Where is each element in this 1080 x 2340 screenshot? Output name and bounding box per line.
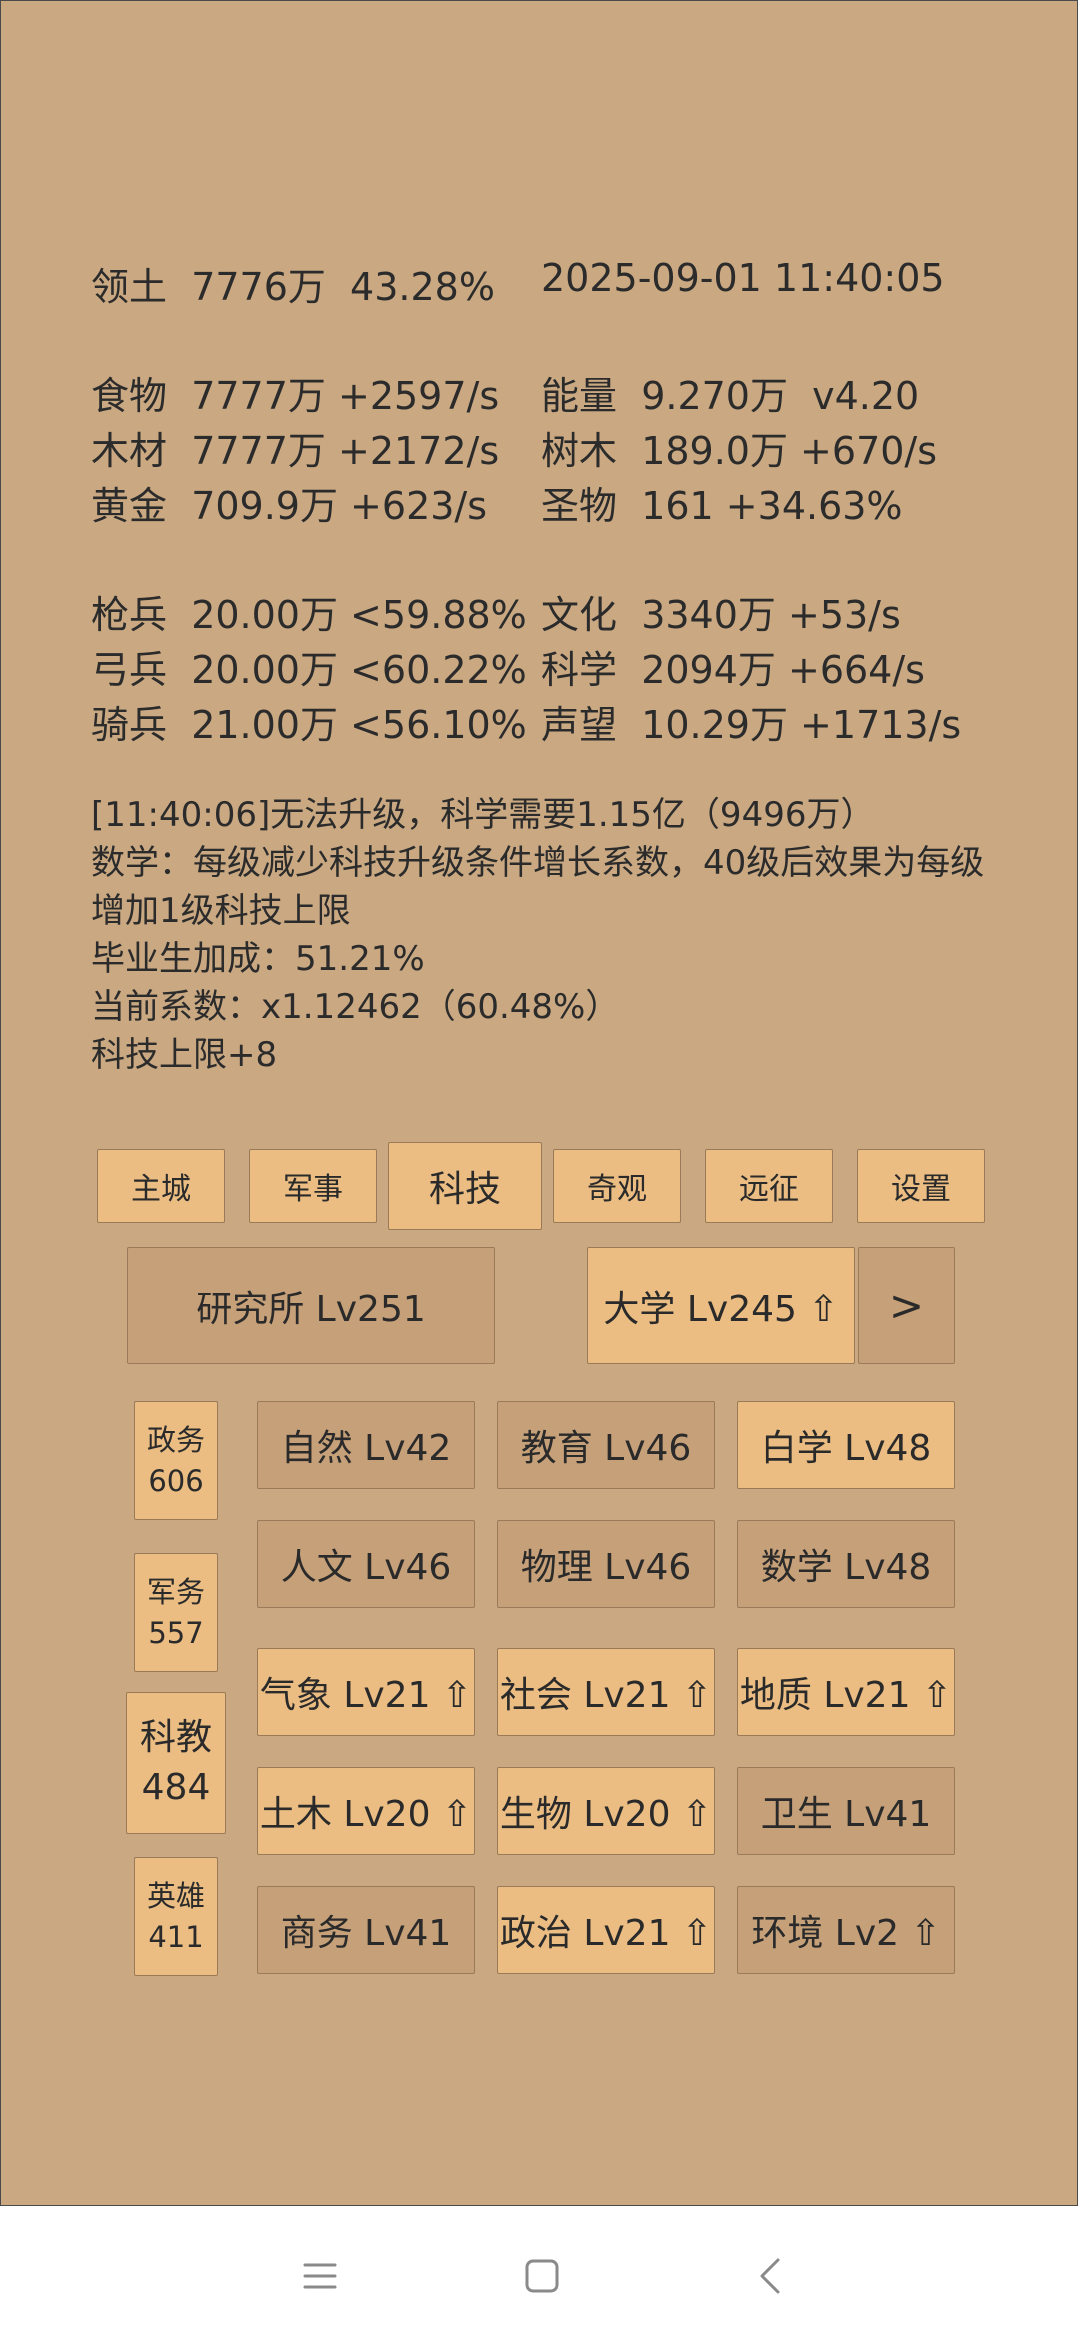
tree-value: 189.0万 +670/s xyxy=(641,429,938,473)
cavalry-label: 骑兵 xyxy=(91,703,168,747)
gold-value: 709.9万 +623/s xyxy=(191,484,488,528)
university-building-button[interactable]: 大学 Lv245 ⇧ xyxy=(587,1247,855,1364)
tech-physics-button[interactable]: 物理 Lv46 xyxy=(497,1520,715,1608)
game-screen: 领土 7776万 43.28% 2025-09-01 11:40:05 食物 7… xyxy=(0,0,1078,2206)
tech-health-button[interactable]: 卫生 Lv41 xyxy=(737,1767,955,1855)
category-military-affairs-button[interactable]: 军务 557 xyxy=(134,1553,218,1672)
tab-tech[interactable]: 科技 xyxy=(388,1142,542,1230)
tree-stat: 树木 189.0万 +670/s xyxy=(541,420,937,475)
tab-settings[interactable]: 设置 xyxy=(857,1149,985,1223)
cavalry-value: 21.00万 <56.10% xyxy=(191,703,527,747)
tree-label: 树木 xyxy=(541,429,618,473)
tech-nature-button[interactable]: 自然 Lv42 xyxy=(257,1401,475,1489)
tech-geology-button[interactable]: 地质 Lv21 ⇧ xyxy=(737,1648,955,1736)
relic-label: 圣物 xyxy=(541,484,618,528)
territory-label: 领土 xyxy=(91,265,168,309)
relic-stat: 圣物 161 +34.63% xyxy=(541,475,903,530)
energy-stat: 能量 9.270万 v4.20 xyxy=(541,365,919,420)
category-name: 英雄 xyxy=(146,1878,205,1913)
home-square-icon[interactable] xyxy=(512,2246,572,2306)
culture-value: 3340万 +53/s xyxy=(641,593,901,637)
category-hero-button[interactable]: 英雄 411 xyxy=(134,1857,218,1976)
category-count: 484 xyxy=(141,1767,211,1808)
tech-politics-button[interactable]: 政治 Lv21 ⇧ xyxy=(497,1886,715,1974)
tech-civil-engineering-button[interactable]: 土木 Lv20 ⇧ xyxy=(257,1767,475,1855)
tech-environment-button[interactable]: 环境 Lv2 ⇧ xyxy=(737,1886,955,1974)
tab-military[interactable]: 军事 xyxy=(249,1149,377,1223)
gold-stat: 黄金 709.9万 +623/s xyxy=(91,475,487,530)
territory-stat: 领土 7776万 43.28% xyxy=(91,256,495,311)
tech-meteorology-button[interactable]: 气象 Lv21 ⇧ xyxy=(257,1648,475,1736)
spearman-stat: 枪兵 20.00万 <59.88% xyxy=(91,584,527,639)
relic-value: 161 +34.63% xyxy=(641,484,903,528)
system-navigation-bar xyxy=(0,2206,1080,2340)
tech-math-button[interactable]: 数学 Lv48 xyxy=(737,1520,955,1608)
prestige-value: 10.29万 +1713/s xyxy=(641,703,962,747)
next-page-button[interactable]: > xyxy=(858,1247,955,1364)
category-count: 411 xyxy=(148,1919,204,1954)
archer-stat: 弓兵 20.00万 <60.22% xyxy=(91,639,527,694)
tab-wonders[interactable]: 奇观 xyxy=(553,1149,681,1223)
category-name: 军务 xyxy=(146,1574,205,1609)
tech-humanities-button[interactable]: 人文 Lv46 xyxy=(257,1520,475,1608)
archer-label: 弓兵 xyxy=(91,648,168,692)
log-line: 科技上限+8 xyxy=(91,1035,278,1075)
science-label: 科学 xyxy=(541,648,618,692)
prestige-stat: 声望 10.29万 +1713/s xyxy=(541,694,961,749)
spearman-label: 枪兵 xyxy=(91,593,168,637)
log-line: [11:40:06]无法升级，科学需要1.15亿（9496万） xyxy=(91,795,875,835)
message-log: [11:40:06]无法升级，科学需要1.15亿（9496万） 数学：每级减少科… xyxy=(91,791,991,1079)
institute-building-button[interactable]: 研究所 Lv251 xyxy=(127,1247,495,1364)
log-line: 数学：每级减少科技升级条件增长系数，40级后效果为每级增加1级科技上限 xyxy=(91,843,985,931)
category-government-button[interactable]: 政务 606 xyxy=(134,1401,218,1520)
culture-stat: 文化 3340万 +53/s xyxy=(541,584,901,639)
wood-value: 7777万 +2172/s xyxy=(191,429,500,473)
tech-self-study-button[interactable]: 白学 Lv48 xyxy=(737,1401,955,1489)
tab-expedition[interactable]: 远征 xyxy=(705,1149,833,1223)
gold-label: 黄金 xyxy=(91,484,168,528)
spearman-value: 20.00万 <59.88% xyxy=(191,593,527,637)
tech-society-button[interactable]: 社会 Lv21 ⇧ xyxy=(497,1648,715,1736)
log-line: 毕业生加成：51.21% xyxy=(91,939,425,979)
tech-biology-button[interactable]: 生物 Lv20 ⇧ xyxy=(497,1767,715,1855)
cavalry-stat: 骑兵 21.00万 <56.10% xyxy=(91,694,527,749)
food-label: 食物 xyxy=(91,374,168,418)
science-stat: 科学 2094万 +664/s xyxy=(541,639,925,694)
territory-value: 7776万 43.28% xyxy=(191,265,495,309)
food-value: 7777万 +2597/s xyxy=(191,374,500,418)
category-name: 政务 xyxy=(146,1422,205,1457)
wood-stat: 木材 7777万 +2172/s xyxy=(91,420,499,475)
archer-value: 20.00万 <60.22% xyxy=(191,648,527,692)
wood-label: 木材 xyxy=(91,429,168,473)
science-value: 2094万 +664/s xyxy=(641,648,925,692)
tech-commerce-button[interactable]: 商务 Lv41 xyxy=(257,1886,475,1974)
tab-main-city[interactable]: 主城 xyxy=(97,1149,225,1223)
prestige-label: 声望 xyxy=(541,703,618,747)
menu-icon[interactable] xyxy=(290,2246,350,2306)
back-chevron-icon[interactable] xyxy=(740,2246,800,2306)
category-science-education-button[interactable]: 科教 484 xyxy=(126,1692,226,1834)
tech-education-button[interactable]: 教育 Lv46 xyxy=(497,1401,715,1489)
category-count: 557 xyxy=(148,1615,204,1650)
category-name: 科教 xyxy=(139,1717,212,1758)
culture-label: 文化 xyxy=(541,593,618,637)
energy-label: 能量 xyxy=(541,374,618,418)
energy-value: 9.270万 v4.20 xyxy=(641,374,920,418)
log-line: 当前系数：x1.12462（60.48%） xyxy=(91,987,620,1027)
category-count: 606 xyxy=(148,1463,204,1498)
food-stat: 食物 7777万 +2597/s xyxy=(91,365,499,420)
game-datetime: 2025-09-01 11:40:05 xyxy=(541,256,945,300)
